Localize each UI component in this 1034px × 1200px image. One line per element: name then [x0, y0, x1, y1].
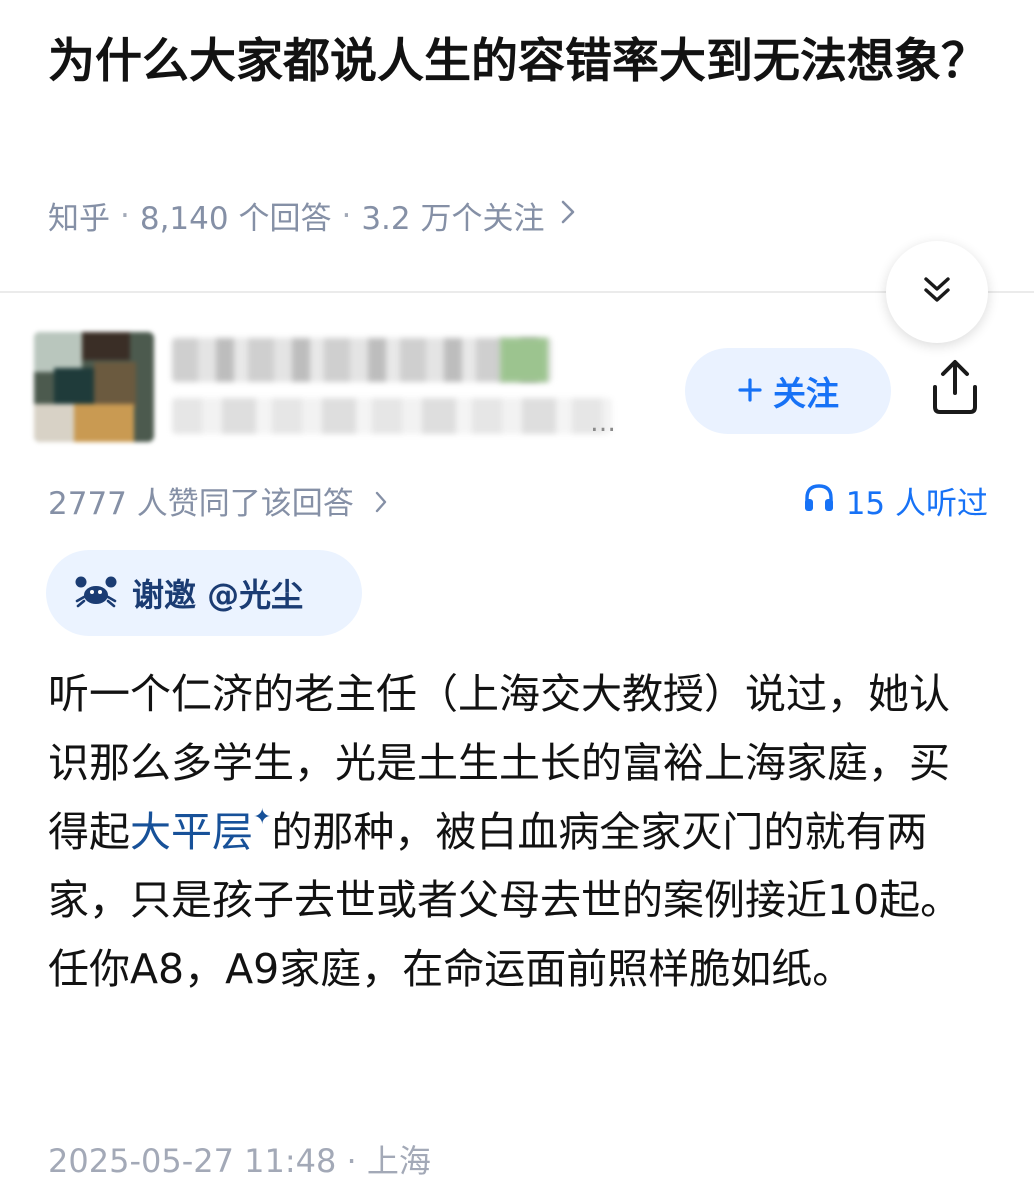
separator-dot: ·: [120, 197, 130, 234]
chevron-right-icon: [374, 486, 388, 522]
avatar[interactable]: [34, 332, 154, 442]
question-meta[interactable]: 知乎 · 8,140 个回答 · 3.2 万个关注: [48, 193, 576, 238]
followers-count: 3.2 万个关注: [361, 201, 545, 237]
author-name-redacted[interactable]: [172, 338, 552, 382]
crab-icon: [74, 573, 118, 613]
plus-icon: [737, 372, 763, 411]
follow-button[interactable]: 关注: [685, 348, 891, 434]
invite-tag[interactable]: 谢邀 @光尘: [46, 550, 362, 636]
location: 上海: [366, 1142, 431, 1180]
share-icon: [927, 357, 983, 421]
divider: [0, 291, 1034, 293]
separator-dot: ·: [346, 1142, 367, 1180]
double-chevron-down-icon: [920, 273, 954, 311]
timestamp: 2025-05-27 11:48: [48, 1142, 337, 1180]
answers-count: 8,140 个回答: [139, 201, 332, 237]
answer-page: 为什么大家都说人生的容错率大到无法想象？ 知乎 · 8,140 个回答 · 3.…: [0, 0, 1034, 1200]
question-title[interactable]: 为什么大家都说人生的容错率大到无法想象？: [48, 26, 988, 98]
likes-row[interactable]: 2777 人赞同了该回答: [48, 478, 388, 523]
ellipsis-icon: …: [590, 408, 622, 438]
search-spark-icon: ✦: [253, 804, 272, 830]
source-label: 知乎: [48, 201, 110, 237]
likes-count: 2777 人赞同了该回答: [48, 486, 354, 522]
listen-label: 15 人听过: [845, 486, 988, 522]
answer-content: 听一个仁济的老主任（上海交大教授）说过，她认识那么多学生，光是土生土长的富裕上海…: [48, 660, 988, 1004]
chevron-right-icon: [560, 198, 576, 233]
answer-footer: 2025-05-27 11:48 · 上海: [48, 1136, 431, 1182]
author-badge-redacted: [500, 338, 548, 382]
author-bio-redacted: [172, 398, 612, 434]
keyword-link[interactable]: 大平层: [130, 808, 253, 856]
follow-label: 关注: [773, 374, 839, 413]
collapse-button[interactable]: [886, 241, 988, 343]
separator-dot: ·: [341, 197, 352, 234]
share-button[interactable]: [920, 354, 990, 424]
listen-count[interactable]: 15 人听过: [802, 478, 988, 523]
invite-text: 谢邀 @光尘: [132, 576, 304, 614]
headphones-icon: [802, 481, 836, 521]
